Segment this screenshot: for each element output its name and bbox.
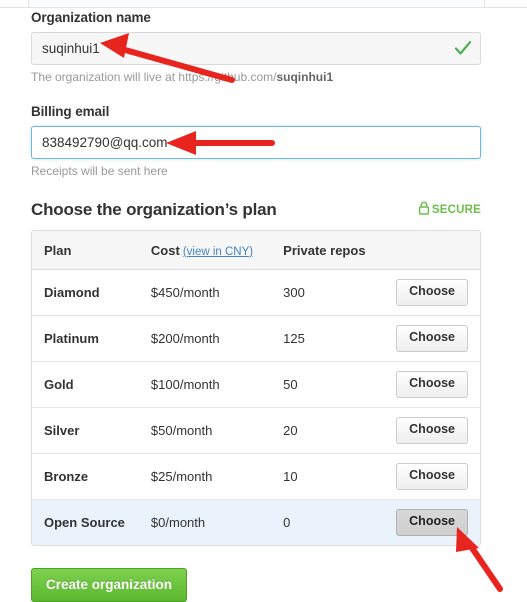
plan-name-cell: Open Source (32, 499, 141, 545)
top-chrome-strip (0, 0, 527, 9)
plan-cost-cell: $200/month (140, 315, 274, 361)
plan-cost-cell: $450/month (150, 285, 220, 300)
create-organization-form: Organization name The organization will … (31, 10, 481, 602)
view-in-cny-link[interactable]: (view in CNY) (183, 246, 253, 258)
plan-repos-cell: 125 (273, 315, 387, 361)
plan-table-head: Plan Cost (view in CNY) Private repos (32, 231, 480, 270)
plan-cost-cell: $100/month (140, 361, 274, 407)
plan-name-cell: Bronze (32, 453, 141, 499)
plan-repos-cell: 50 (273, 361, 387, 407)
plan-repos-cell: 20 (273, 407, 387, 453)
org-name-label: Organization name (31, 10, 151, 25)
panel-edge-left (28, 0, 296, 7)
choose-plan-button[interactable]: Choose (396, 325, 468, 352)
choose-plan-button[interactable]: Choose (396, 371, 468, 398)
billing-email-input-wrap (31, 126, 481, 159)
plan-name-cell: Gold (32, 361, 141, 407)
table-header-row: Plan Cost (view in CNY) Private repos (32, 231, 480, 270)
column-header-cost: Cost (view in CNY) (140, 231, 274, 270)
org-name-help-slug: suqinhui1 (276, 70, 334, 84)
choose-plan-button[interactable]: Choose (396, 279, 468, 306)
plan-table-body: Diamond $450/month 300 Choose Platinum $200/m… (32, 270, 480, 545)
plan-name-cell: Silver (32, 407, 141, 453)
org-name-help-prefix: The organization will live at https://gi… (31, 70, 277, 84)
table-row[interactable]: Diamond $450/month 300 Choose (32, 270, 480, 315)
column-header-action (386, 231, 480, 270)
plan-action-cell: Choose (386, 407, 480, 453)
plan-repos-cell: 10 (273, 453, 387, 499)
plan-table: Plan Cost (view in CNY) Private repos Dia… (31, 230, 481, 546)
status-badge: SECURE (418, 201, 481, 220)
org-name-input-wrap (31, 32, 481, 65)
plan-action-cell: Choose (386, 499, 480, 545)
table-row[interactable]: Silver $50/month 20 Choose (32, 407, 480, 453)
lock-icon (418, 201, 430, 218)
choose-plan-button[interactable]: Choose (396, 463, 468, 490)
column-header-cost-label: Cost (150, 242, 180, 258)
table-row[interactable]: Bronze $25/month 10 Choose (32, 453, 480, 499)
billing-email-label: Billing email (31, 104, 110, 119)
plan-name-cell: Diamond (44, 285, 100, 300)
billing-email-input[interactable] (31, 126, 481, 159)
org-name-input[interactable] (31, 32, 481, 65)
page-title: Choose the organization’s plan (31, 200, 277, 219)
billing-email-help-text: Receipts will be sent here (31, 164, 168, 178)
plan-cost-cell: $50/month (140, 407, 274, 453)
plan-name-cell: Platinum (32, 315, 141, 361)
table-row[interactable]: Platinum $200/month 125 Choose (32, 315, 480, 361)
table-row[interactable]: Gold $100/month 50 Choose (32, 361, 480, 407)
choose-plan-button[interactable]: Choose (396, 417, 468, 444)
plan-repos-cell: 0 (273, 499, 387, 545)
org-name-help-text: The organization will live at https://gi… (31, 70, 481, 84)
table-row[interactable]: Open Source $0/month 0 Choose (32, 499, 480, 545)
choose-plan-button[interactable]: Choose (396, 509, 468, 536)
plan-repos-cell: 300 (283, 285, 305, 300)
plan-action-cell: Choose (386, 315, 480, 361)
plan-action-cell: Choose (386, 270, 480, 315)
billing-email-field-group: Billing email Receipts will be sent here (31, 104, 481, 178)
org-name-field-group: Organization name The organization will … (31, 10, 481, 84)
create-organization-button[interactable]: Create organization (31, 568, 188, 602)
plan-section-header: Choose the organization’s plan SECURE (31, 200, 481, 220)
plan-action-cell: Choose (386, 453, 480, 499)
horizontal-divider (0, 7, 527, 8)
plan-cost-cell: $0/month (140, 499, 274, 545)
column-header-private-repos: Private repos (273, 231, 387, 270)
plan-action-cell: Choose (386, 361, 480, 407)
plan-cost-cell: $25/month (140, 453, 274, 499)
secure-label: SECURE (431, 203, 481, 216)
column-header-plan: Plan (32, 231, 141, 270)
panel-edge-right (294, 0, 485, 7)
